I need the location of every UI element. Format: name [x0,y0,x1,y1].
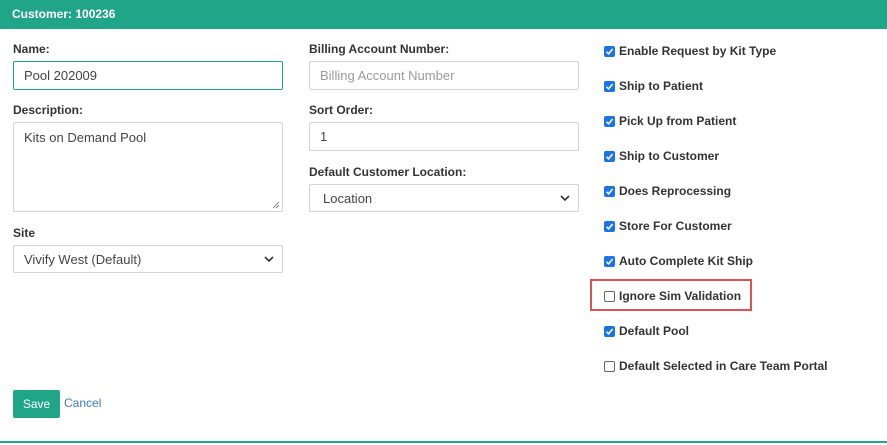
option-checkbox[interactable] [604,45,615,57]
option-label: Ship to Customer [619,149,720,163]
check-icon [605,47,614,55]
option-row[interactable]: Ship to Customer [604,148,719,164]
billing-account-input[interactable]: Billing Account Number [309,61,579,90]
check-icon [605,327,614,335]
description-label: Description: [13,103,84,117]
sort-order-value: 1 [320,129,328,144]
site-select[interactable]: Vivify West (Default) [13,245,283,273]
sort-order-input[interactable]: 1 [309,122,579,151]
billing-account-placeholder: Billing Account Number [320,68,455,83]
option-row[interactable]: Ship to Patient [604,78,703,94]
option-label: Ignore Sim Validation [619,289,742,303]
option-checkbox[interactable] [604,220,615,232]
option-checkbox[interactable] [604,360,615,372]
option-checkbox[interactable] [604,80,615,92]
option-label: Default Selected in Care Team Portal [619,359,828,373]
name-label: Name: [13,42,50,56]
name-input-value: Pool 202009 [24,68,98,83]
bottom-divider [0,441,887,443]
option-row[interactable]: Does Reprocessing [604,183,731,199]
option-label: Does Reprocessing [619,184,732,198]
site-label: Site [13,226,36,240]
check-icon [605,117,614,125]
sort-order-label: Sort Order: [309,103,374,117]
site-select-value: Vivify West (Default) [24,251,142,267]
check-icon [605,152,614,160]
option-row[interactable]: Store For Customer [604,218,732,234]
option-row[interactable]: Auto Complete Kit Ship [604,253,753,269]
option-checkbox[interactable] [604,115,615,127]
name-input[interactable]: Pool 202009 [13,61,283,90]
option-row[interactable]: Default Selected in Care Team Portal [604,358,828,374]
option-checkbox[interactable] [604,255,615,267]
option-row[interactable]: Enable Request by Kit Type [604,43,776,59]
option-label: Enable Request by Kit Type [619,44,777,58]
option-label: Store For Customer [619,219,732,233]
option-row[interactable]: Default Pool [604,323,689,339]
default-location-label: Default Customer Location: [309,165,467,179]
check-icon [605,187,614,195]
page-header: Customer: 100236 [0,0,887,29]
check-icon [605,222,614,230]
cancel-link[interactable]: Cancel [64,396,101,410]
option-checkbox[interactable] [604,150,615,162]
chevron-down-icon [560,195,570,202]
option-label: Ship to Patient [619,79,703,93]
option-label: Default Pool [619,324,690,338]
check-icon [605,257,614,265]
billing-label: Billing Account Number: [309,42,450,56]
default-location-value: Location [323,190,373,206]
option-row[interactable]: Pick Up from Patient [604,113,736,129]
option-row[interactable]: Ignore Sim Validation [604,288,741,304]
check-icon [605,82,614,90]
default-location-select[interactable]: Location [309,184,579,212]
save-button[interactable]: Save [13,390,60,418]
option-checkbox[interactable] [604,290,615,302]
description-textarea[interactable]: Kits on Demand Pool [13,122,283,212]
option-label: Auto Complete Kit Ship [619,254,753,268]
option-label: Pick Up from Patient [619,114,737,128]
chevron-down-icon [264,256,274,263]
page-title: Customer: 100236 [12,7,116,21]
description-value: Kits on Demand Pool [24,130,147,145]
option-checkbox[interactable] [604,185,615,197]
option-checkbox[interactable] [604,325,615,337]
resize-handle-icon[interactable] [272,201,280,209]
